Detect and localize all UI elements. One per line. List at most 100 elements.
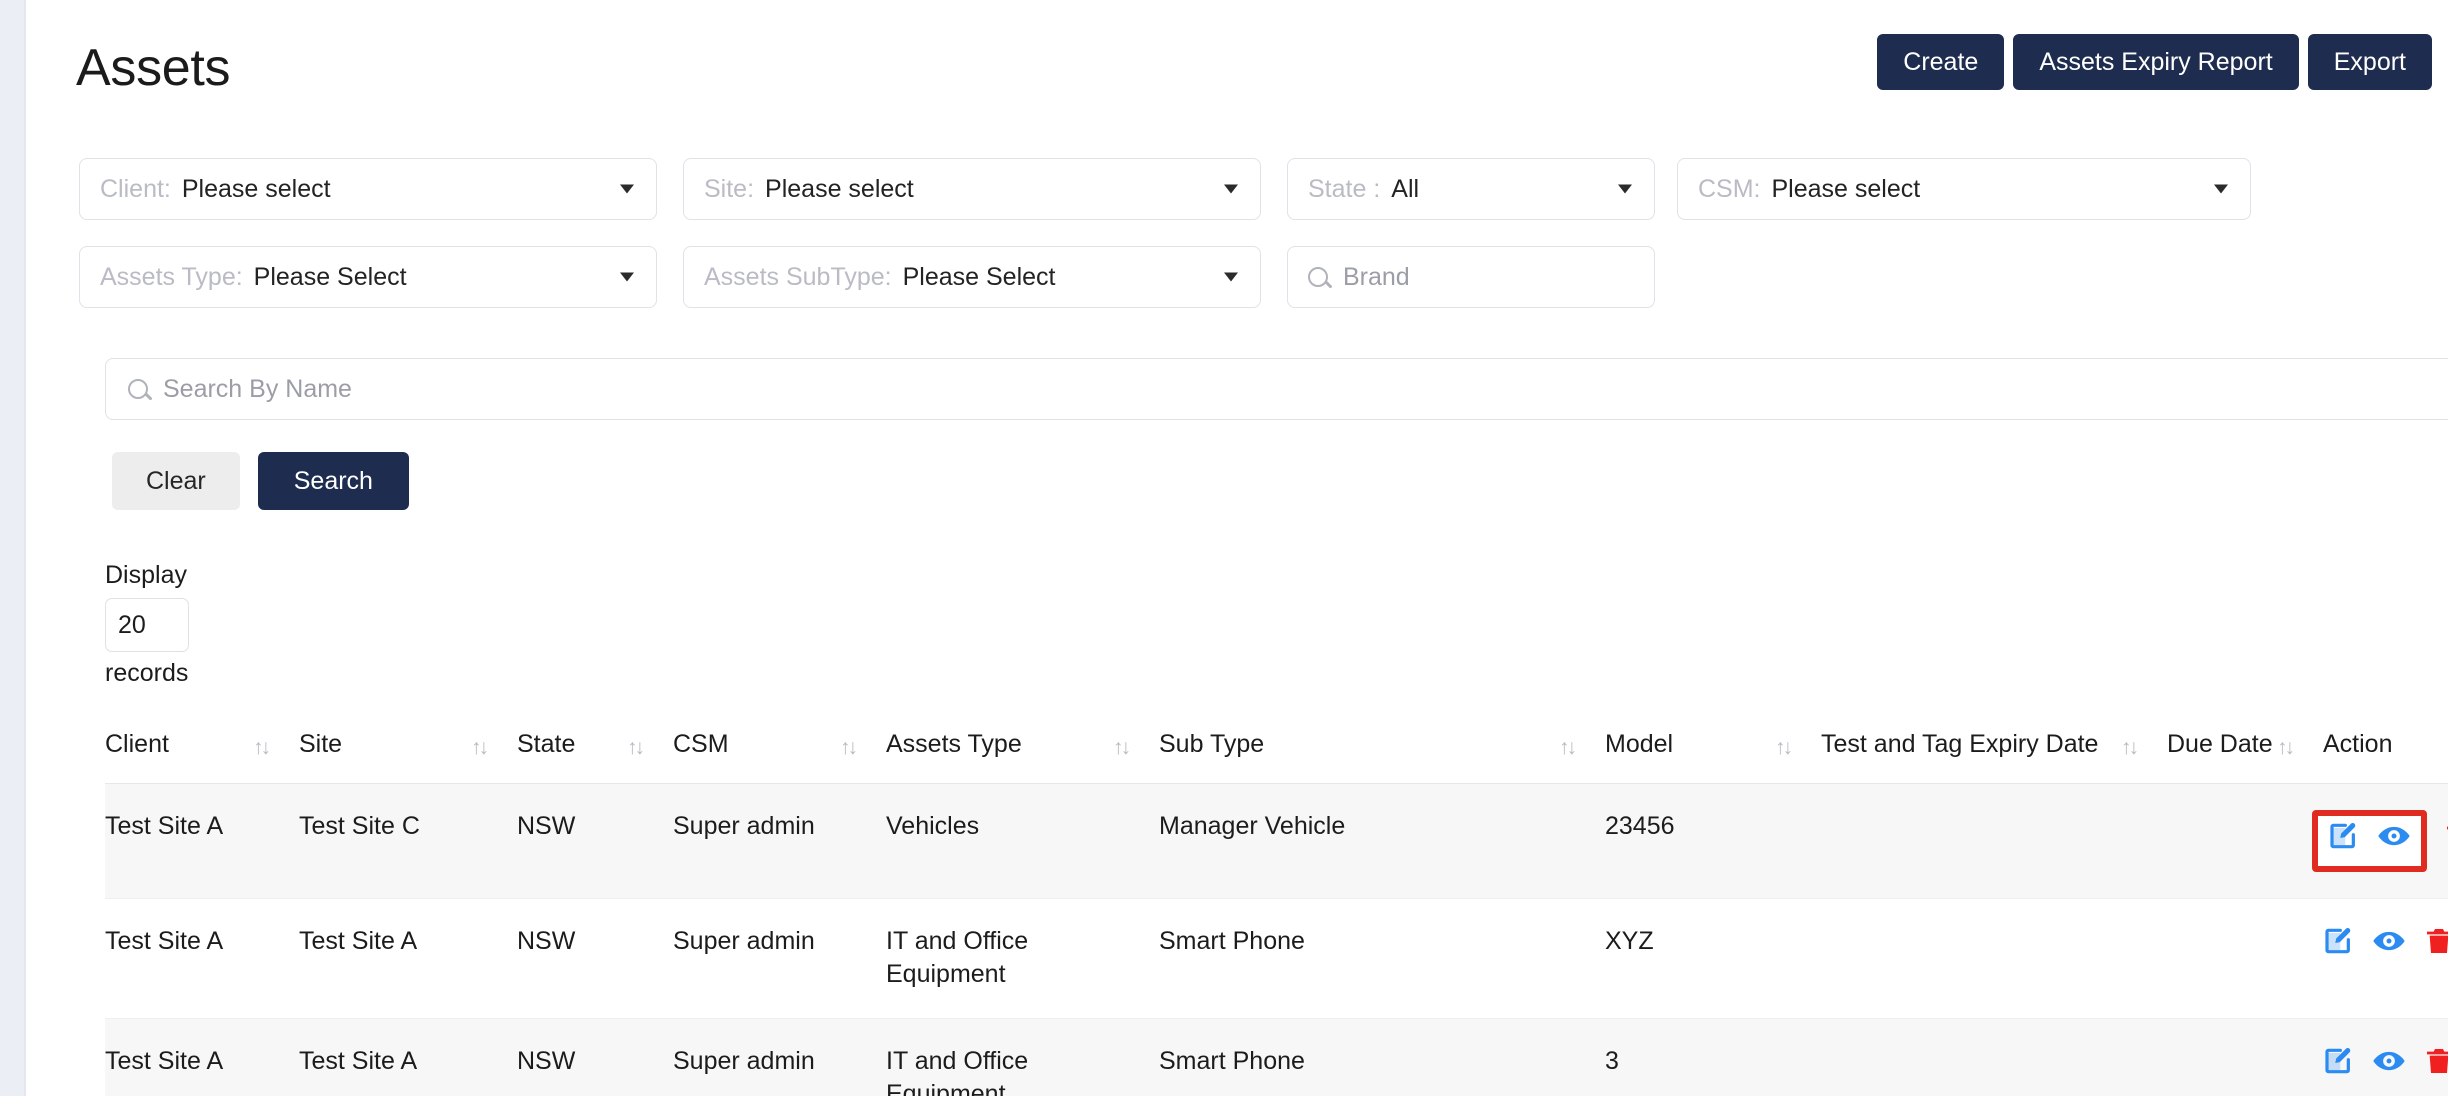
- cell-client: Test Site A: [105, 898, 253, 1019]
- table-row[interactable]: Test Site A Test Site A NSW Super admin …: [105, 898, 2448, 1019]
- cell-test-tag-expiry-date: [1821, 898, 2121, 1019]
- filter-assets-subtype-label: Assets SubType:: [704, 262, 892, 291]
- sort-toggle-due-date[interactable]: ↑↓: [2277, 728, 2323, 784]
- sort-toggle-site[interactable]: ↑↓: [471, 728, 517, 784]
- display-records-input[interactable]: [105, 598, 189, 653]
- filter-brand-field[interactable]: [1287, 246, 1655, 308]
- filter-client-value: Please select: [181, 174, 331, 203]
- sort-toggle-assets-type[interactable]: ↑↓: [1113, 728, 1159, 784]
- filter-row-2: Assets Type: Please Select Assets SubTyp…: [26, 238, 2448, 336]
- table-row[interactable]: Test Site A Test Site C NSW Super admin …: [105, 783, 2448, 899]
- table-header-row: Client ↑↓ Site ↑↓ State ↑↓ CSM ↑↓ Assets…: [105, 728, 2448, 784]
- clear-button[interactable]: Clear: [112, 452, 240, 510]
- cell-state: NSW: [517, 1018, 627, 1096]
- display-records-control: Display records: [105, 560, 365, 688]
- create-button[interactable]: Create: [1877, 34, 2005, 90]
- filter-csm-label: CSM:: [1698, 174, 1761, 203]
- view-icon[interactable]: [2377, 820, 2411, 862]
- filter-client-select[interactable]: Client: Please select: [79, 158, 657, 220]
- cell-site: Test Site C: [299, 783, 471, 899]
- edit-icon[interactable]: [2323, 1045, 2355, 1087]
- filter-csm-value: Please select: [1771, 174, 1921, 203]
- delete-icon[interactable]: [2423, 1045, 2448, 1087]
- column-header-action: Action: [2323, 728, 2448, 784]
- sort-toggle-sub-type[interactable]: ↑↓: [1559, 728, 1605, 784]
- cell-client: Test Site A: [105, 783, 253, 899]
- filter-state-label: State :: [1308, 174, 1381, 203]
- search-icon: [128, 379, 148, 399]
- sort-toggle-client[interactable]: ↑↓: [253, 728, 299, 784]
- search-icon: [1308, 267, 1328, 287]
- filter-row-1: Client: Please select Site: Please selec…: [26, 140, 2448, 238]
- cell-sub-type: Smart Phone: [1159, 1018, 1559, 1096]
- cell-model: 23456: [1605, 783, 1775, 899]
- sort-toggle-csm[interactable]: ↑↓: [840, 728, 886, 784]
- filter-assets-type-select[interactable]: Assets Type: Please Select: [79, 246, 657, 308]
- page-title: Assets: [76, 39, 231, 97]
- filter-assets-type-label: Assets Type:: [100, 262, 243, 291]
- column-header-site: Site: [299, 728, 471, 784]
- filter-state-select[interactable]: State : All: [1287, 158, 1655, 220]
- cell-csm: Super admin: [673, 898, 840, 1019]
- cell-sub-type: Manager Vehicle: [1159, 783, 1559, 899]
- column-header-state: State: [517, 728, 627, 784]
- column-header-assets-type: Assets Type: [886, 728, 1113, 784]
- cell-sub-type: Smart Phone: [1159, 898, 1559, 1019]
- cell-action: [2311, 783, 2448, 899]
- cell-csm: Super admin: [673, 1018, 840, 1096]
- sort-toggle-state[interactable]: ↑↓: [627, 728, 673, 784]
- filter-action-buttons: Clear Search: [112, 452, 409, 510]
- page-header: Assets Create Assets Expiry Report Expor…: [26, 0, 2448, 140]
- export-button[interactable]: Export: [2307, 34, 2432, 90]
- filter-client-label: Client:: [100, 174, 171, 203]
- view-icon[interactable]: [2372, 1045, 2406, 1087]
- cell-due-date: [2167, 1018, 2277, 1096]
- cell-assets-type: IT and Office Equipment: [886, 898, 1113, 1019]
- cell-due-date: [2167, 783, 2277, 899]
- cell-site: Test Site A: [299, 1018, 471, 1096]
- records-label: records: [105, 659, 189, 688]
- assets-table-container: Client ↑↓ Site ↑↓ State ↑↓ CSM ↑↓ Assets…: [105, 728, 2448, 1096]
- delete-icon[interactable]: [2443, 820, 2448, 862]
- table-row[interactable]: Test Site A Test Site A NSW Super admin …: [105, 1018, 2448, 1096]
- header-button-group: Create Assets Expiry Report Export: [1877, 34, 2432, 90]
- delete-icon[interactable]: [2423, 925, 2448, 967]
- chevron-down-icon: [1224, 272, 1238, 282]
- edit-icon[interactable]: [2328, 820, 2360, 862]
- chevron-down-icon: [1224, 184, 1238, 194]
- sort-toggle-test-tag-expiry-date[interactable]: ↑↓: [2121, 728, 2167, 784]
- edit-icon[interactable]: [2323, 925, 2355, 967]
- cell-model: XYZ: [1605, 898, 1775, 1019]
- column-header-due-date: Due Date: [2167, 728, 2277, 784]
- filter-assets-subtype-value: Please Select: [902, 262, 1056, 291]
- chevron-down-icon: [620, 272, 634, 282]
- search-button[interactable]: Search: [257, 452, 409, 510]
- cell-due-date: [2167, 898, 2277, 1019]
- search-by-name-input[interactable]: [163, 374, 2448, 404]
- filter-state-value: All: [1391, 174, 1420, 203]
- chevron-down-icon: [2214, 184, 2228, 194]
- cell-assets-type: Vehicles: [886, 783, 1113, 899]
- assets-table: Client ↑↓ Site ↑↓ State ↑↓ CSM ↑↓ Assets…: [105, 728, 2448, 1096]
- brand-input[interactable]: [1343, 262, 1634, 292]
- cell-model: 3: [1605, 1018, 1775, 1096]
- cell-action: [2323, 1018, 2448, 1096]
- cell-csm: Super admin: [673, 783, 840, 899]
- action-highlight-box: [2311, 810, 2427, 872]
- filter-site-select[interactable]: Site: Please select: [683, 158, 1261, 220]
- filters-area: Client: Please select Site: Please selec…: [26, 140, 2448, 336]
- filter-site-value: Please select: [765, 174, 914, 203]
- view-icon[interactable]: [2372, 925, 2406, 967]
- sort-toggle-model[interactable]: ↑↓: [1775, 728, 1821, 784]
- column-header-test-tag-expiry-date: Test and Tag Expiry Date: [1821, 728, 2121, 784]
- search-by-name-field[interactable]: [105, 358, 2448, 420]
- filter-assets-type-value: Please Select: [253, 262, 407, 291]
- cell-client: Test Site A: [105, 1018, 253, 1096]
- filter-assets-subtype-select[interactable]: Assets SubType: Please Select: [683, 246, 1261, 308]
- app-viewport: Assets Create Assets Expiry Report Expor…: [0, 0, 2448, 1096]
- cell-action: [2323, 898, 2448, 1019]
- column-header-model: Model: [1605, 728, 1775, 784]
- filter-csm-select[interactable]: CSM: Please select: [1677, 158, 2251, 220]
- assets-expiry-report-button[interactable]: Assets Expiry Report: [2013, 34, 2299, 90]
- display-label: Display: [105, 561, 187, 589]
